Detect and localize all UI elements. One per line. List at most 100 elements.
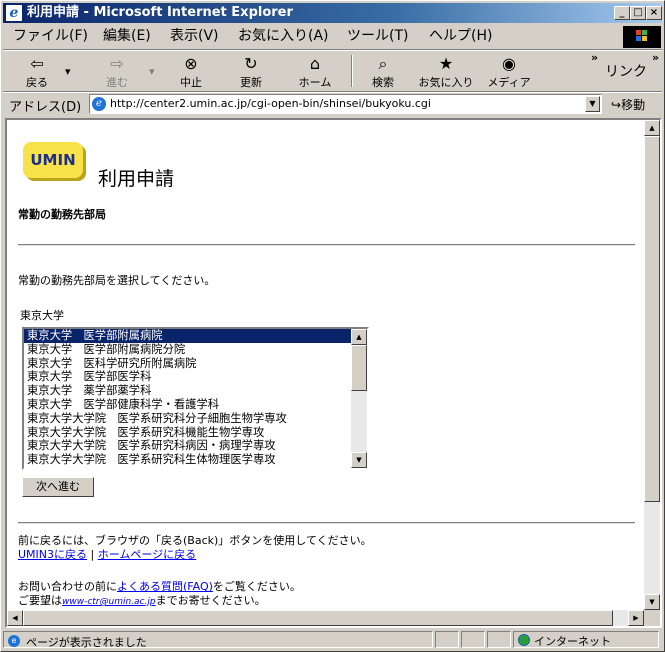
scroll-down-icon[interactable]: ▼ [644,594,660,610]
forward-label: 進む [106,76,128,89]
go-button[interactable]: ↪移動 [611,96,645,113]
standard-toolbar: ⇦ 戻る ▾ ⇨ 進む ▾ ⊗ 中止 ↻ 更新 ⌂ ホーム ⌕ 検索 ★ お気に… [3,51,662,91]
request-line: ご要望はwww-ctr@umin.ac.jpまでお寄せください。 [18,592,266,608]
menu-tools[interactable]: ツール(T) [343,24,412,48]
refresh-label: 更新 [240,76,262,89]
stop-label: 中止 [180,76,202,89]
forward-button[interactable]: ⇨ 進む [91,53,143,90]
department-option[interactable]: 東京大学 医学部附属病院分院 [24,343,351,357]
home-label: ホーム [298,76,332,89]
ie-app-icon: e [6,5,22,21]
minimize-button[interactable]: _ [614,6,630,20]
status-panel-zone: インターネット [513,631,659,648]
address-input[interactable]: e http://center2.umin.ac.jp/cgi-open-bin… [89,94,602,114]
window-title: 利用申請 - Microsoft Internet Explorer [27,5,293,20]
search-icon: ⌕ [378,54,388,73]
umin-logo: UMIN [23,142,83,178]
department-option[interactable]: 東京大学大学院 医学系研究科分子細胞生物学専攻 [24,412,351,426]
next-button[interactable]: 次へ進む [22,477,94,497]
homepage-link[interactable]: ホームページに戻る [98,548,196,561]
scroll-right-icon[interactable]: ▶ [628,610,644,626]
home-button[interactable]: ⌂ ホーム [293,53,337,90]
email-link[interactable]: www-ctr@umin.ac.jp [62,597,156,607]
instruction-text: 常勤の勤務先部局を選択してください。 [18,274,216,287]
status-panel-security [487,631,511,648]
request-prefix: ご要望は [18,594,62,607]
listbox-scroll-down-icon[interactable]: ▼ [351,452,367,468]
listbox-scrollbar[interactable]: ▲ ▼ [351,329,367,468]
menu-edit[interactable]: 編集(E) [99,24,155,48]
back-label: 戻る [26,76,48,89]
page-horizontal-scrollbar[interactable]: ◀ ▶ [7,610,644,626]
divider-bottom [18,522,635,524]
menu-help[interactable]: ヘルプ(H) [425,24,496,48]
internet-zone-icon [518,634,530,646]
page-icon: e [92,97,106,111]
windows-logo-throbber [623,26,661,48]
back-arrow-icon: ⇦ [30,54,44,73]
close-button[interactable]: × [646,6,662,20]
section-title: 常勤の勤務先部局 [18,208,106,221]
title-bar[interactable]: e 利用申請 - Microsoft Internet Explorer _ □… [3,3,662,23]
stop-icon: ⊗ [184,54,198,73]
stop-button[interactable]: ⊗ 中止 [169,53,213,90]
back-dropdown-icon[interactable]: ▾ [65,65,71,78]
department-option[interactable]: 東京大学 医学部健康科学・看護学科 [24,398,351,412]
department-option[interactable]: 東京大学 薬学部薬学科 [24,384,351,398]
scrollbar-corner [644,610,660,626]
status-panel-offline [461,631,485,648]
menu-file[interactable]: ファイル(F) [9,24,92,48]
university-label: 東京大学 [20,309,64,322]
browser-window: e 利用申請 - Microsoft Internet Explorer _ □… [0,0,665,652]
home-icon: ⌂ [309,54,321,73]
scroll-left-icon[interactable]: ◀ [7,610,23,626]
department-listbox[interactable]: 東京大学 医学部附属病院 東京大学 医学部附属病院分院 東京大学 医科学研究所附… [22,327,369,470]
links-more-icon[interactable]: » [652,51,659,64]
address-url: http://center2.umin.ac.jp/cgi-open-bin/s… [110,97,431,110]
status-panel-main: e ページが表示されました [3,631,433,649]
favorites-button[interactable]: ★ お気に入り [415,53,477,90]
menu-favorites[interactable]: お気に入り(A) [234,24,333,48]
vertical-scroll-thumb[interactable] [644,136,660,502]
page-content: UMIN 利用申請 常勤の勤務先部局 常勤の勤務先部局を選択してください。 東京… [7,120,644,610]
go-arrow-icon: ↪ [611,98,622,112]
zone-text: インターネット [534,635,611,648]
page-done-icon: e [8,635,20,647]
toolbar-separator [351,55,353,87]
back-button[interactable]: ⇦ 戻る [11,53,63,90]
search-button[interactable]: ⌕ 検索 [361,53,405,90]
department-option[interactable]: 東京大学 医科学研究所附属病院 [24,357,351,371]
favorites-label: お気に入り [418,76,474,89]
department-option[interactable]: 東京大学 医学部医学科 [24,370,351,384]
department-option[interactable]: 東京大学大学院 医学系研究科機能生物学専攻 [24,426,351,440]
links-button[interactable]: リンク [605,61,647,81]
link-separator: | [90,548,95,561]
horizontal-scroll-thumb[interactable] [23,610,613,626]
scroll-up-icon[interactable]: ▲ [644,120,660,136]
department-option[interactable]: 東京大学大学院 医学系研究科生体物理医学専攻 [24,453,351,467]
refresh-icon: ↻ [244,54,258,73]
refresh-button[interactable]: ↻ 更新 [229,53,273,90]
department-option[interactable]: 東京大学 医学部附属病院 [24,329,351,343]
status-bar: e ページが表示されました インターネット [3,630,662,649]
menu-view[interactable]: 表示(V) [166,24,223,48]
umin3-link[interactable]: UMIN3に戻る [18,548,87,561]
media-label: メディア [487,76,531,89]
department-options: 東京大学 医学部附属病院 東京大学 医学部附属病院分院 東京大学 医科学研究所附… [24,329,351,467]
address-bar: アドレス(D) e http://center2.umin.ac.jp/cgi-… [3,93,662,115]
forward-dropdown-icon[interactable]: ▾ [149,65,155,78]
address-dropdown-icon[interactable]: ▼ [585,96,600,112]
page-vertical-scrollbar[interactable]: ▲ ▼ [644,120,660,610]
status-text: ページが表示されました [26,636,147,649]
page-title: 利用申請 [98,168,175,190]
media-button[interactable]: ◉ メディア [485,53,533,90]
department-option[interactable]: 東京大学大学院 医学系研究科病因・病理学専攻 [24,439,351,453]
maximize-button[interactable]: □ [630,6,646,20]
search-label: 検索 [372,76,394,89]
menu-bar: ファイル(F) 編集(E) 表示(V) お気に入り(A) ツール(T) ヘルプ(… [3,24,662,48]
windows-flag-icon [636,30,648,42]
navigation-links: UMIN3に戻る | ホームページに戻る [18,546,196,562]
listbox-scroll-thumb[interactable] [351,345,367,391]
listbox-scroll-up-icon[interactable]: ▲ [351,329,367,345]
toolbar-more-icon[interactable]: » [591,51,598,64]
